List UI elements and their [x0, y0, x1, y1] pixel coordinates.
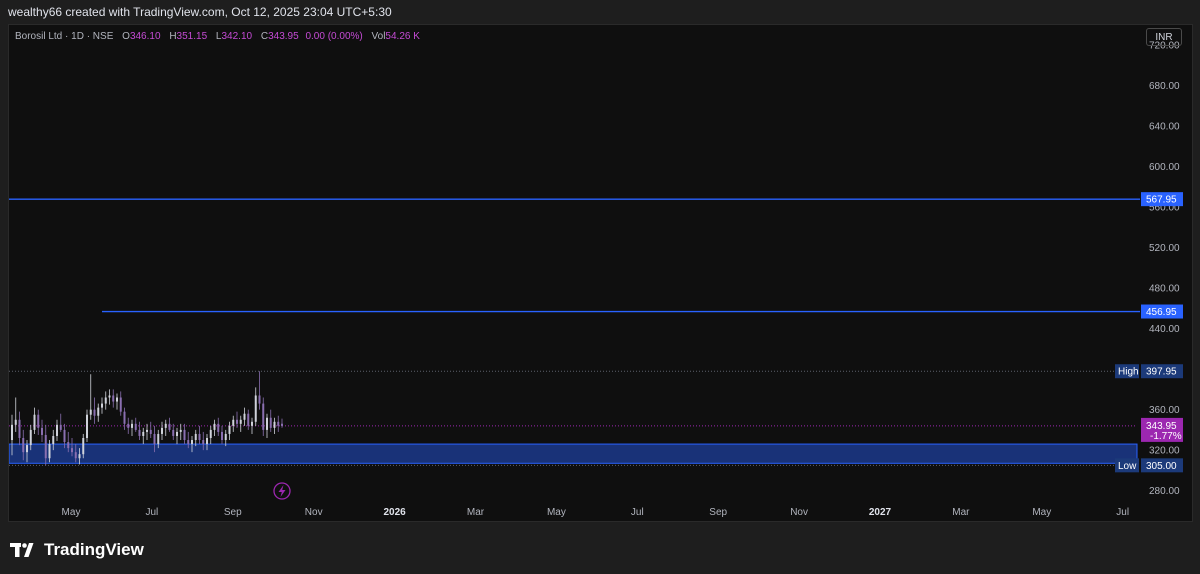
- brand-name: TradingView: [44, 540, 144, 559]
- x-tick-label: 2026: [383, 507, 406, 518]
- x-tick-label: Sep: [224, 507, 242, 518]
- change-value: 0.00 (0.00%): [305, 31, 363, 42]
- chart-caption: wealthy66 created with TradingView.com, …: [8, 5, 392, 19]
- tradingview-logo-icon: [10, 543, 34, 557]
- low-price-tag: Low 305.00: [1115, 458, 1183, 473]
- high-value: 397.95: [1146, 367, 1177, 378]
- low-label: Low: [1118, 461, 1137, 472]
- close-label: C: [260, 31, 269, 42]
- x-tick-label: May: [62, 507, 81, 518]
- currency-button[interactable]: INR: [1146, 28, 1182, 46]
- y-tick-label: 320.00: [1149, 446, 1180, 457]
- x-tick-label: May: [547, 507, 566, 518]
- support-zone[interactable]: [9, 443, 1138, 464]
- y-tick-label: 360.00: [1149, 405, 1180, 416]
- low-value: 342.10: [221, 31, 253, 42]
- high-value: 351.15: [176, 31, 208, 42]
- symbol-name[interactable]: Borosil Ltd · 1D · NSE: [15, 31, 113, 42]
- y-tick-label: 600.00: [1149, 162, 1180, 173]
- x-tick-label: Jul: [146, 507, 159, 518]
- y-tick-label: 520.00: [1149, 243, 1180, 254]
- x-tick-label: May: [1032, 507, 1051, 518]
- high-label: High: [1118, 367, 1139, 378]
- volume-value: 54.26 K: [385, 31, 420, 42]
- high-price-tag: High 397.95: [1115, 364, 1183, 379]
- symbol-legend: Borosil Ltd · 1D · NSE O346.10 H351.15 L…: [15, 31, 420, 42]
- svg-text:567.95: 567.95: [1146, 195, 1177, 206]
- low-value: 305.00: [1146, 461, 1177, 472]
- y-tick-label: 680.00: [1149, 81, 1180, 92]
- y-tick-label: 280.00: [1149, 486, 1180, 497]
- svg-text:456.95: 456.95: [1146, 307, 1177, 318]
- price-chart[interactable]: 720.00680.00640.00600.00560.00520.00480.…: [9, 25, 1192, 521]
- tradingview-logo: TradingView: [10, 540, 144, 560]
- y-tick-label: 480.00: [1149, 284, 1180, 295]
- level-price-tag-0[interactable]: 567.95: [1141, 192, 1183, 207]
- x-tick-label: Nov: [790, 507, 808, 518]
- x-tick-label: Sep: [709, 507, 727, 518]
- x-tick-label: Jul: [631, 507, 644, 518]
- level-price-tag-1[interactable]: 456.95: [1141, 304, 1183, 319]
- last-price-change: -1.77%: [1150, 431, 1182, 442]
- open-value: 346.10: [129, 31, 161, 42]
- close-value: 343.95: [268, 31, 299, 42]
- x-tick-label: Mar: [467, 507, 485, 518]
- open-label: O: [122, 31, 130, 42]
- y-tick-label: 640.00: [1149, 122, 1180, 133]
- x-tick-label: Jul: [1116, 507, 1129, 518]
- x-tick-label: Mar: [952, 507, 970, 518]
- high-label: H: [169, 31, 177, 42]
- chart-panel[interactable]: 720.00 680.00 640.00 600.00 560.00 520.00 480.…: [8, 24, 1193, 522]
- y-tick-label: 440.00: [1149, 324, 1180, 335]
- x-tick-label: 2027: [869, 507, 892, 518]
- volume-label: Vol: [371, 31, 386, 42]
- x-tick-label: Nov: [305, 507, 323, 518]
- last-price-tag: 343.95-1.77%: [1141, 417, 1183, 442]
